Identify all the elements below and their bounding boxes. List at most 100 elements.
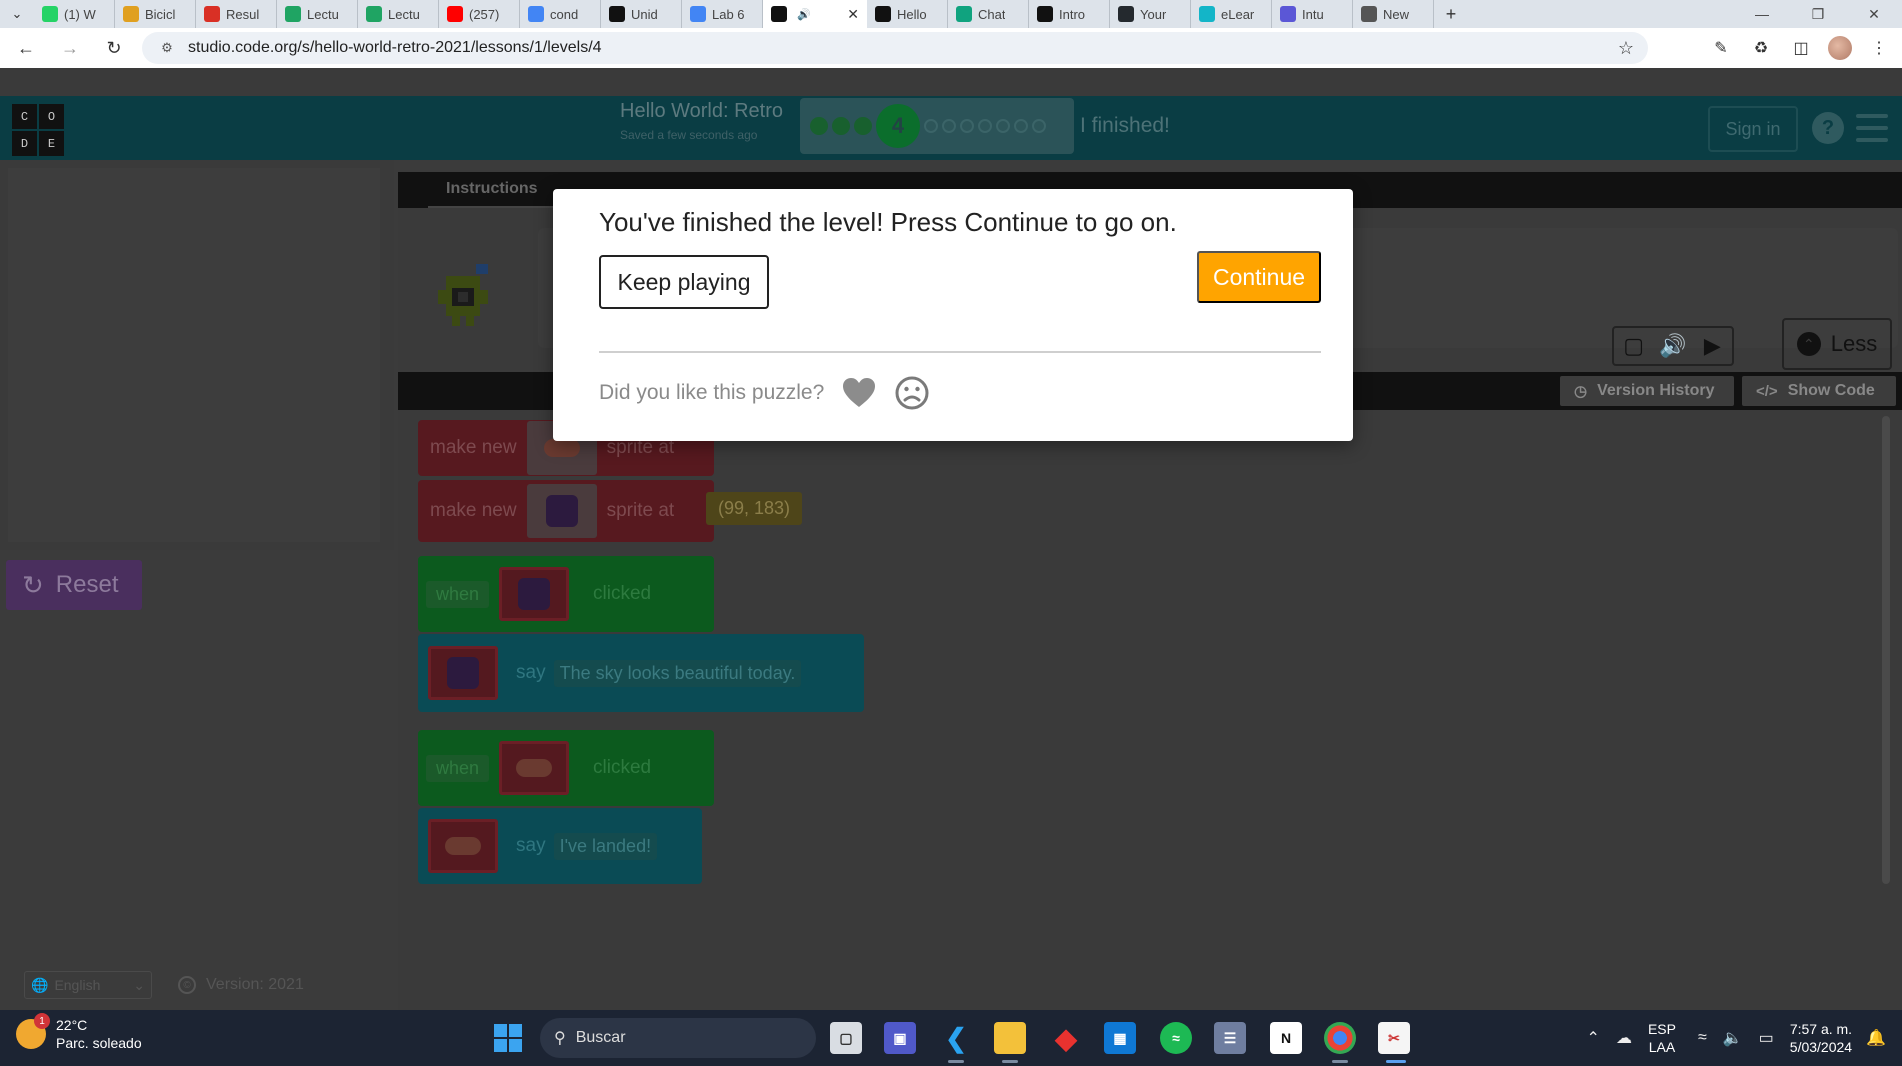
extensions-puzzle-icon[interactable]: ♻ xyxy=(1748,35,1774,61)
side-panel-icon[interactable]: ◫ xyxy=(1788,35,1814,61)
spotify-icon[interactable]: ≈ xyxy=(1160,1022,1192,1054)
chevron-up-icon[interactable]: ⌃ xyxy=(1587,1028,1600,1048)
tab-search-chevron-icon[interactable]: ⌄ xyxy=(0,0,34,28)
close-tab-icon[interactable]: ✕ xyxy=(847,6,859,23)
browser-tab[interactable]: (257) xyxy=(439,0,520,28)
extension-pen-icon[interactable]: ✎ xyxy=(1708,35,1734,61)
browser-tab[interactable]: Intu xyxy=(1272,0,1353,28)
settings-flower-icon xyxy=(1280,6,1296,22)
chrome-icon xyxy=(1361,6,1377,22)
gmail-icon xyxy=(204,6,220,22)
puzzle-feedback: Did you like this puzzle? xyxy=(599,375,930,411)
weather-description: Parc. soleado xyxy=(56,1035,142,1051)
tab-title: Lab 6 xyxy=(712,6,745,22)
tab-title: Intu xyxy=(1302,6,1324,22)
tab-title: Intro xyxy=(1059,6,1086,22)
browser-tab[interactable]: (1) W xyxy=(34,0,115,28)
reload-icon[interactable]: ↻ xyxy=(96,30,132,66)
snipping-tool-icon[interactable]: ✂ xyxy=(1378,1022,1410,1054)
profile-avatar[interactable] xyxy=(1828,36,1852,60)
level-complete-dialog: You've finished the level! Press Continu… xyxy=(553,189,1353,441)
whatsapp-icon xyxy=(42,6,58,22)
notifications-bell-icon[interactable]: 🔔 xyxy=(1866,1028,1886,1048)
microsoft-store-icon[interactable]: ▦ xyxy=(1104,1022,1136,1054)
browser-tab[interactable]: cond xyxy=(520,0,601,28)
system-tray: ⌃ ☁ ESP LAA ≈ 🔈 ▭ 7:57 a. m. 5/03/2024 🔔 xyxy=(1587,1010,1902,1066)
tab-list: (1) W Bicicl Resul Lectu Lectu (257) cond Unid L… xyxy=(34,0,1434,28)
google-drive-icon xyxy=(366,6,382,22)
browser-tab[interactable]: Your xyxy=(1110,0,1191,28)
running-indicator xyxy=(1002,1060,1018,1063)
browser-tab[interactable]: 🔊 ✕ xyxy=(763,0,867,28)
bookmark-star-icon[interactable]: ☆ xyxy=(1618,38,1634,59)
restore-icon[interactable]: ❐ xyxy=(1790,0,1846,28)
tab-audio-icon[interactable]: 🔊 xyxy=(797,8,811,21)
github-icon xyxy=(1118,6,1134,22)
dialog-divider xyxy=(599,351,1321,353)
browser-tab[interactable]: Lectu xyxy=(277,0,358,28)
sad-face-icon[interactable] xyxy=(894,375,930,411)
time: 7:57 a. m. xyxy=(1789,1021,1853,1037)
browser-tab[interactable]: Resul xyxy=(196,0,277,28)
browser-tab[interactable]: Lab 6 xyxy=(682,0,763,28)
address-toolbar: ← → ↻ ⚙ studio.code.org/s/hello-world-re… xyxy=(0,28,1902,68)
browser-tab[interactable]: Hello xyxy=(867,0,948,28)
tab-title: Lectu xyxy=(307,6,339,22)
browser-tab[interactable]: Chat xyxy=(948,0,1029,28)
tab-title: (1) W xyxy=(64,6,96,22)
new-tab-button[interactable]: + xyxy=(1434,0,1468,28)
browser-tab[interactable]: eLear xyxy=(1191,0,1272,28)
keep-playing-button[interactable]: Keep playing xyxy=(599,255,769,309)
browser-tab[interactable]: Bicicl xyxy=(115,0,196,28)
browser-tab[interactable]: Lectu xyxy=(358,0,439,28)
tab-title: Lectu xyxy=(388,6,420,22)
windows-taskbar: 1 22°C Parc. soleado ⚲ Buscar ▢ ▣ ❮ ◆ ▦ … xyxy=(0,1010,1902,1066)
onedrive-icon[interactable]: ☁ xyxy=(1616,1028,1632,1048)
search-placeholder: Buscar xyxy=(575,1029,626,1046)
windows-start-icon[interactable] xyxy=(494,1024,522,1052)
chrome-icon[interactable] xyxy=(1324,1022,1356,1054)
browser-tab[interactable]: Intro xyxy=(1029,0,1110,28)
notion-icon xyxy=(1037,6,1053,22)
anydesk-icon[interactable]: ◆ xyxy=(1050,1022,1082,1054)
forward-icon[interactable]: → xyxy=(52,30,88,66)
tab-title: Unid xyxy=(631,6,658,22)
back-icon[interactable]: ← xyxy=(8,30,44,66)
modal-overlay: You've finished the level! Press Continu… xyxy=(0,96,1902,1010)
wifi-icon[interactable]: ≈ xyxy=(1698,1029,1707,1047)
running-indicator xyxy=(948,1060,964,1063)
close-window-icon[interactable]: ✕ xyxy=(1846,0,1902,28)
google-drive-icon xyxy=(285,6,301,22)
notification-badge: 1 xyxy=(34,1013,50,1029)
teams-icon[interactable]: ▣ xyxy=(884,1022,916,1054)
weather-widget[interactable]: 1 22°C Parc. soleado xyxy=(16,1013,142,1052)
taskbar-search[interactable]: ⚲ Buscar xyxy=(540,1018,816,1058)
url-text[interactable]: studio.code.org/s/hello-world-retro-2021… xyxy=(188,39,602,57)
search-icon: ⚲ xyxy=(554,1030,566,1047)
feedback-question: Did you like this puzzle? xyxy=(599,381,825,404)
browser-tab[interactable]: Unid xyxy=(601,0,682,28)
battery-icon[interactable]: ▭ xyxy=(1759,1028,1774,1048)
task-view-icon[interactable]: ▢ xyxy=(830,1022,862,1054)
browser-tab[interactable]: New xyxy=(1353,0,1434,28)
volume-icon[interactable]: 🔈 xyxy=(1723,1028,1743,1048)
continue-button[interactable]: Continue xyxy=(1197,251,1321,303)
app-icon[interactable]: ☰ xyxy=(1214,1022,1246,1054)
address-bar[interactable]: ⚙ studio.code.org/s/hello-world-retro-20… xyxy=(142,32,1648,64)
site-info-icon[interactable]: ⚙ xyxy=(152,40,182,56)
app-icon xyxy=(123,6,139,22)
lang-region: LAA xyxy=(1648,1039,1676,1055)
notion-icon[interactable]: N xyxy=(1270,1022,1302,1054)
clock[interactable]: 7:57 a. m. 5/03/2024 xyxy=(1790,1020,1852,1056)
vscode-icon[interactable]: ❮ xyxy=(940,1022,972,1054)
tab-title: cond xyxy=(550,6,579,22)
heart-icon[interactable] xyxy=(842,377,876,409)
google-icon xyxy=(528,6,544,22)
input-language[interactable]: ESP LAA xyxy=(1648,1020,1676,1056)
minimize-icon[interactable]: — xyxy=(1734,0,1790,28)
running-indicator xyxy=(1332,1060,1348,1063)
dialog-title: You've finished the level! Press Continu… xyxy=(599,207,1177,237)
notion-icon xyxy=(609,6,625,22)
file-explorer-icon[interactable] xyxy=(994,1022,1026,1054)
more-menu-icon[interactable]: ⋮ xyxy=(1866,35,1892,61)
